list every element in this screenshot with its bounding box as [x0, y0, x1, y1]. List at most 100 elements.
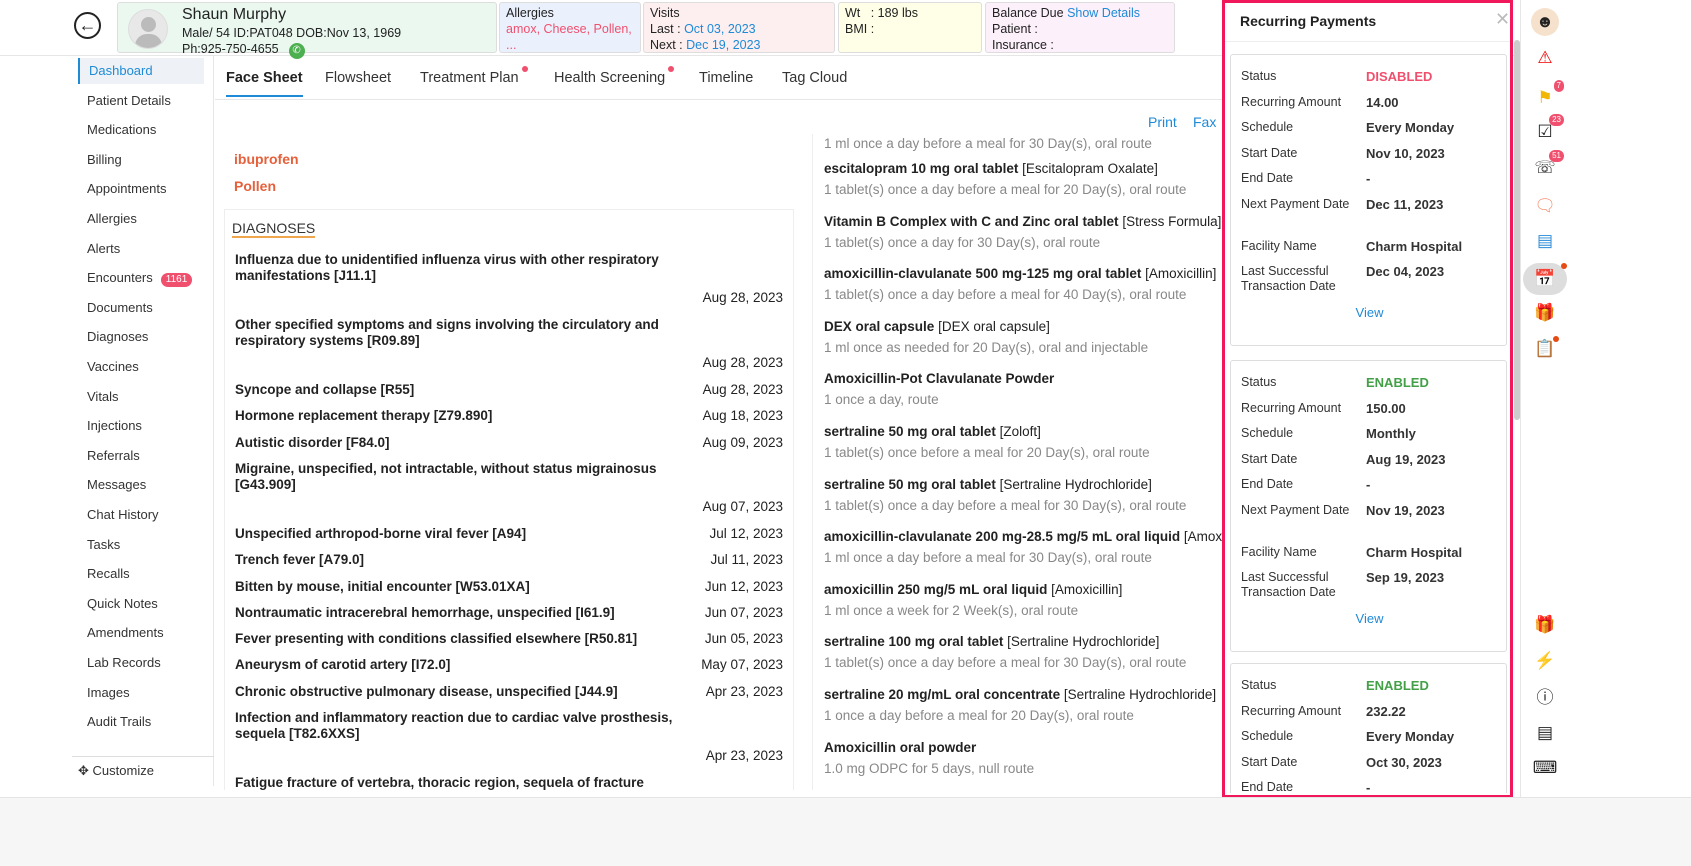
diagnosis-name: Bitten by mouse, initial encounter [W53.… — [235, 578, 530, 594]
sidebar-item-encounters[interactable]: Encounters 1161 — [78, 265, 204, 291]
alert-icon[interactable]: ⚠ — [1531, 45, 1559, 71]
sidebar-item-diagnoses[interactable]: Diagnoses — [78, 324, 204, 350]
diagnosis-name: Fever presenting with conditions classif… — [235, 631, 638, 647]
field-value-schedule: Every Monday — [1366, 120, 1455, 135]
field-label-facility: Facility Name — [1241, 239, 1317, 253]
notification-dot — [1553, 336, 1559, 342]
recurring-payment-icon[interactable]: 📅 — [1523, 263, 1567, 295]
customize-button[interactable]: ✥ Customize — [72, 756, 214, 786]
patient-phone: Ph:925-750-4655 — [182, 42, 279, 56]
sidebar-item-injections[interactable]: Injections — [78, 413, 204, 439]
sidebar-item-dashboard[interactable]: Dashboard — [78, 58, 204, 84]
next-visit-date[interactable]: Dec 19, 2023 — [686, 38, 760, 52]
plug-icon[interactable]: ⚡ — [1531, 648, 1559, 674]
sidebar-item-chat-history[interactable]: Chat History — [78, 502, 204, 528]
field-label-facility: Facility Name — [1241, 545, 1317, 559]
sidebar-item-messages[interactable]: Messages — [78, 472, 204, 498]
field-value-schedule: Every Monday — [1366, 729, 1455, 744]
field-label-last: Last Successful Transaction Date — [1241, 570, 1336, 599]
sidebar-item-tasks[interactable]: Tasks — [78, 532, 204, 558]
field-label-end: End Date — [1241, 477, 1294, 491]
fax-link[interactable]: Fax — [1193, 114, 1216, 130]
sidebar-item-recalls[interactable]: Recalls — [78, 561, 204, 587]
sidebar-item-billing[interactable]: Billing — [78, 147, 204, 173]
recurring-payment-card: Status ENABLED Recurring Amount 232.22 Sched… — [1230, 663, 1507, 795]
view-link[interactable]: View — [1231, 611, 1508, 626]
sidebar-item-vitals[interactable]: Vitals — [78, 384, 204, 410]
sidebar-item-vaccines[interactable]: Vaccines — [78, 354, 204, 380]
show-details-link[interactable]: Show Details — [1067, 6, 1140, 20]
medication-generic: amoxicillin 250 mg/5 mL oral liquid — [824, 581, 1048, 597]
medication-generic: sertraline 50 mg oral tablet — [824, 424, 996, 439]
sidebar-item-alerts[interactable]: Alerts — [78, 236, 204, 262]
tab-face-sheet[interactable]: Face Sheet — [226, 70, 303, 97]
balance-card: Balance Due Show Details Patient : Insur… — [985, 2, 1175, 53]
sidebar-item-allergies[interactable]: Allergies — [78, 206, 204, 232]
tab-timeline[interactable]: Timeline — [699, 70, 753, 86]
medication-sig: 1 tablet(s) once a day before a meal for… — [824, 655, 1187, 671]
user-avatar-icon[interactable]: ☻ — [1531, 8, 1559, 36]
sidebar-item-documents[interactable]: Documents — [78, 295, 204, 321]
sidebar-item-referrals[interactable]: Referrals — [78, 443, 204, 469]
back-arrow-icon[interactable]: ← — [74, 12, 101, 39]
sidebar-item-label: Quick Notes — [87, 595, 158, 611]
diagnosis-date: Aug 28, 2023 — [702, 382, 783, 397]
print-link[interactable]: Print — [1148, 114, 1177, 130]
tab-label: Flowsheet — [325, 70, 392, 86]
field-value-facility: Charm Hospital — [1366, 239, 1463, 254]
field-value-end: - — [1366, 171, 1371, 186]
sidebar-item-audit-trails[interactable]: Audit Trails — [78, 709, 204, 735]
medication-name: amoxicillin-clavulanate 200 mg-28.5 mg/5… — [824, 529, 1222, 544]
tab-health-screening[interactable]: Health Screening — [554, 66, 675, 86]
tab-flowsheet[interactable]: Flowsheet — [325, 70, 391, 86]
view-link[interactable]: View — [1231, 305, 1508, 320]
tab-tag-cloud[interactable]: Tag Cloud — [782, 70, 847, 86]
notification-dot — [668, 66, 675, 72]
insurance-balance-label: Insurance : — [992, 38, 1054, 52]
phone-icon[interactable]: ✆ — [288, 43, 305, 59]
keyboard-icon[interactable]: ⌨ — [1531, 755, 1559, 781]
medication-generic: escitalopram 10 mg oral tablet — [824, 161, 1019, 176]
last-visit-date[interactable]: Oct 03, 2023 — [684, 22, 756, 36]
bmi-label: BMI : — [845, 22, 875, 36]
sidebar-item-appointments[interactable]: Appointments — [78, 176, 204, 202]
checklist-icon[interactable]: ☑ 23 — [1531, 114, 1564, 145]
last-visit-label: Last : — [650, 22, 681, 36]
sidebar-item-label: Audit Trails — [87, 714, 152, 730]
field-label-status: Status — [1241, 69, 1277, 83]
sidebar-item-medications[interactable]: Medications — [78, 117, 204, 143]
sidebar-item-patient-details[interactable]: Patient Details — [78, 88, 204, 114]
chat-icon[interactable]: 🗨 — [1531, 193, 1559, 219]
patient-balance-label: Patient : — [992, 22, 1038, 36]
field-value-end: - — [1366, 780, 1371, 795]
field-label-start: Start Date — [1241, 755, 1298, 769]
recurring-payments-panel: Recurring Payments ✕ Status DISABLED Recur… — [1222, 0, 1513, 798]
package-icon[interactable]: 🎁 — [1531, 300, 1559, 326]
phone-call-icon[interactable]: ☏ 51 — [1531, 150, 1564, 181]
sidebar-item-amendments[interactable]: Amendments — [78, 620, 204, 646]
help-icon[interactable]: ⓘ — [1531, 685, 1559, 711]
diagnosis-date: Aug 18, 2023 — [702, 408, 783, 424]
diagnosis-date: Aug 28, 2023 — [702, 290, 783, 305]
medication-sig: 1 tablet(s) once a day for 30 Day(s), or… — [824, 234, 1101, 250]
divider — [1225, 41, 1510, 42]
visits-card: Visits Last : Oct 03, 2023 Next : Dec 19… — [643, 2, 835, 53]
sidebar-item-label: Recalls — [87, 566, 130, 582]
medications-section: 1 ml once a day before a meal for 30 Day… — [812, 134, 1222, 790]
close-icon[interactable]: ✕ — [1495, 9, 1510, 30]
gift-icon[interactable]: 🎁 — [1531, 612, 1559, 638]
tasks-icon[interactable]: ⚑ 7 — [1531, 80, 1564, 111]
medication-generic: Amoxicillin-Pot Clavulanate Powder — [824, 371, 1055, 387]
tab-treatment-plan[interactable]: Treatment Plan — [420, 66, 528, 86]
medication-generic: amoxicillin-clavulanate 500 mg-125 mg or… — [824, 266, 1142, 282]
credit-card-icon[interactable]: ▤ — [1531, 228, 1559, 254]
tab-label: Face Sheet — [226, 70, 303, 86]
allergies-card[interactable]: Allergies amox, Cheese, Pollen, ... — [499, 2, 641, 53]
field-value-next: Nov 19, 2023 — [1366, 503, 1445, 518]
document-check-icon[interactable]: 📋 — [1531, 336, 1559, 362]
sidebar-item-quick-notes[interactable]: Quick Notes — [78, 591, 204, 617]
layout-icon[interactable]: ▤ — [1531, 720, 1559, 746]
right-icon-bar: ☻ ⚠ ⚑ 7 ☑ 23 ☏ 51 🗨 ▤ 📅 🎁 📋 🎁 ⚡ ⓘ ▤ ⌨ — [1520, 0, 1568, 797]
sidebar-item-images[interactable]: Images — [78, 680, 204, 706]
sidebar-item-lab-records[interactable]: Lab Records — [78, 650, 204, 676]
